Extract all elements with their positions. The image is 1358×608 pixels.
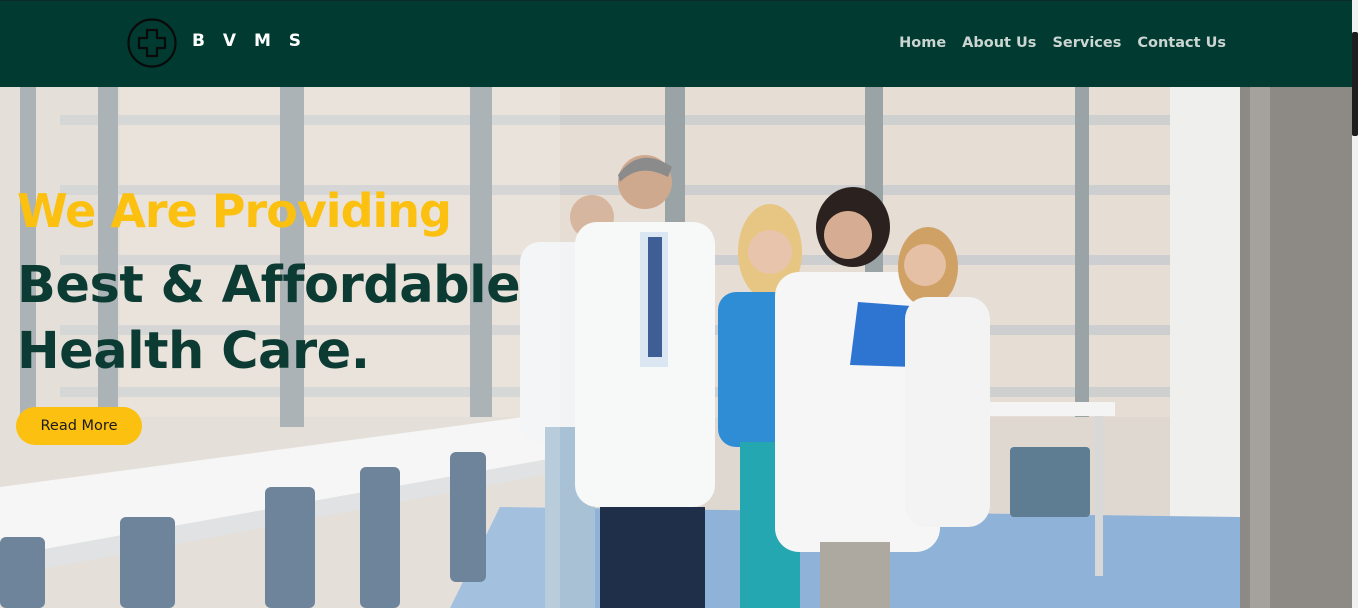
main-navigation: Home About Us Services Contact Us bbox=[899, 35, 1226, 51]
hero-headline-line-2: Health Care. bbox=[17, 322, 370, 381]
read-more-button[interactable]: Read More bbox=[16, 407, 142, 445]
medical-cross-icon bbox=[127, 18, 177, 68]
hero-headline: Best & Affordable Health Care. bbox=[17, 253, 521, 385]
page: B V M S Home About Us Services Contact U… bbox=[0, 0, 1358, 608]
nav-link-about-us[interactable]: About Us bbox=[962, 35, 1036, 51]
nav-link-services[interactable]: Services bbox=[1052, 35, 1121, 51]
nav-link-home[interactable]: Home bbox=[899, 35, 946, 51]
hero-section: We Are Providing Best & Affordable Healt… bbox=[0, 87, 1352, 608]
hero-headline-line-1: Best & Affordable bbox=[17, 256, 521, 315]
scrollbar-thumb[interactable] bbox=[1352, 32, 1358, 136]
hero-text-block: We Are Providing Best & Affordable Healt… bbox=[17, 183, 521, 385]
top-navbar: B V M S Home About Us Services Contact U… bbox=[0, 0, 1352, 87]
brand-logo-link[interactable]: B V M S bbox=[127, 18, 307, 68]
brand-name: B V M S bbox=[192, 31, 308, 51]
hero-kicker: We Are Providing bbox=[17, 184, 452, 238]
page-scrollbar[interactable] bbox=[1352, 0, 1358, 608]
nav-link-contact-us[interactable]: Contact Us bbox=[1137, 35, 1226, 51]
